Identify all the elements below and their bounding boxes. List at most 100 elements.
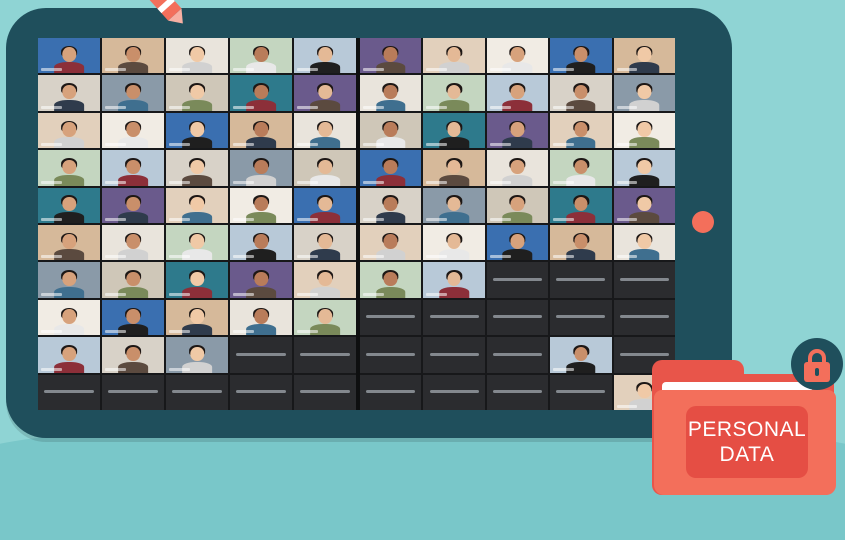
participant-tile-camera-off: [550, 299, 612, 336]
participant-gallery-right: [360, 38, 675, 410]
participant-video-tile: [486, 187, 549, 223]
participant-video-tile: [423, 262, 485, 298]
participant-video-tile: [360, 150, 422, 186]
participant-video-tile: [230, 262, 292, 298]
participant-video-tile: [102, 299, 164, 336]
participant-video-tile: [38, 150, 100, 186]
participant-video-tile: [423, 75, 485, 111]
participant-video-tile: [38, 225, 100, 261]
participant-video-tile: [38, 299, 100, 336]
participant-video-tile: [550, 38, 612, 74]
participant-video-tile: [486, 38, 549, 74]
participant-video-tile: [166, 337, 228, 373]
participant-video-tile: [230, 112, 292, 149]
participant-video-tile: [613, 187, 675, 223]
participant-tile-camera-off: [360, 337, 422, 373]
participant-video-tile: [486, 112, 549, 149]
participant-video-tile: [102, 187, 164, 223]
participant-video-tile: [102, 75, 164, 111]
participant-video-tile: [550, 150, 612, 186]
participant-video-tile: [102, 337, 164, 373]
participant-video-tile: [166, 187, 228, 223]
participant-tile-camera-off: [486, 299, 549, 336]
tablet-camera-dot: [692, 211, 714, 233]
participant-video-tile: [613, 150, 675, 186]
participant-video-tile: [613, 112, 675, 149]
participant-video-tile: [230, 225, 292, 261]
participant-video-tile: [613, 38, 675, 74]
participant-video-tile: [360, 262, 422, 298]
participant-video-tile: [550, 225, 612, 261]
participant-video-tile: [38, 112, 100, 149]
participant-video-tile: [360, 38, 422, 74]
participant-video-tile: [102, 38, 164, 74]
participant-video-tile: [166, 150, 228, 186]
participant-video-tile: [613, 225, 675, 261]
participant-video-tile: [102, 225, 164, 261]
participant-tile-camera-off: [423, 374, 485, 410]
participant-tile-camera-off: [550, 374, 612, 410]
participant-video-tile: [486, 150, 549, 186]
participant-video-tile: [102, 150, 164, 186]
participant-tile-camera-off: [360, 299, 422, 336]
participant-video-tile: [166, 299, 228, 336]
participant-video-tile: [423, 150, 485, 186]
folder-label-line1: PERSONAL: [687, 418, 807, 441]
participant-video-tile: [360, 225, 422, 261]
participant-tile-camera-off: [486, 262, 549, 298]
participant-video-tile: [550, 112, 612, 149]
participant-video-tile: [102, 112, 164, 149]
participant-video-tile: [360, 75, 422, 111]
participant-video-tile: [38, 38, 100, 74]
participant-gallery-left: [38, 38, 356, 410]
participant-video-tile: [294, 262, 356, 298]
participant-video-tile: [38, 187, 100, 223]
participant-tile-camera-off: [360, 374, 422, 410]
participant-video-tile: [166, 38, 228, 74]
participant-video-tile: [294, 299, 356, 336]
participant-video-tile: [230, 150, 292, 186]
participant-tile-camera-off: [486, 337, 549, 373]
participant-video-tile: [550, 187, 612, 223]
participant-video-tile: [230, 38, 292, 74]
folder-label-line2: DATA: [719, 443, 775, 466]
participant-video-tile: [423, 225, 485, 261]
participant-video-tile: [166, 112, 228, 149]
participant-video-tile: [550, 75, 612, 111]
participant-tile-camera-off: [486, 374, 549, 410]
participant-video-tile: [294, 225, 356, 261]
participant-video-tile: [486, 75, 549, 111]
participant-tile-camera-off: [423, 299, 485, 336]
participant-tile-camera-off: [38, 374, 100, 410]
participant-video-tile: [294, 187, 356, 223]
participant-tile-camera-off: [613, 299, 675, 336]
participant-video-tile: [613, 75, 675, 111]
participant-tile-camera-off: [613, 262, 675, 298]
participant-video-tile: [102, 262, 164, 298]
participant-video-tile: [166, 75, 228, 111]
participant-video-tile: [166, 262, 228, 298]
participant-video-tile: [360, 112, 422, 149]
participant-video-tile: [294, 150, 356, 186]
participant-video-tile: [360, 187, 422, 223]
participant-video-tile: [166, 225, 228, 261]
participant-video-tile: [38, 262, 100, 298]
participant-video-tile: [423, 187, 485, 223]
participant-video-tile: [230, 75, 292, 111]
participant-video-tile: [230, 187, 292, 223]
participant-video-tile: [294, 38, 356, 74]
participant-tile-camera-off: [294, 374, 356, 410]
participant-video-tile: [486, 225, 549, 261]
participant-video-tile: [423, 38, 485, 74]
participant-tile-camera-off: [550, 262, 612, 298]
personal-data-label: PERSONAL DATA: [686, 406, 808, 478]
participant-tile-camera-off: [423, 337, 485, 373]
participant-video-tile: [423, 112, 485, 149]
participant-video-tile: [230, 299, 292, 336]
participant-tile-camera-off: [102, 374, 164, 410]
participant-tile-camera-off: [230, 374, 292, 410]
participant-video-tile: [550, 337, 612, 373]
video-call-grid: [38, 38, 675, 410]
participant-video-tile: [38, 75, 100, 111]
participant-tile-camera-off: [294, 337, 356, 373]
